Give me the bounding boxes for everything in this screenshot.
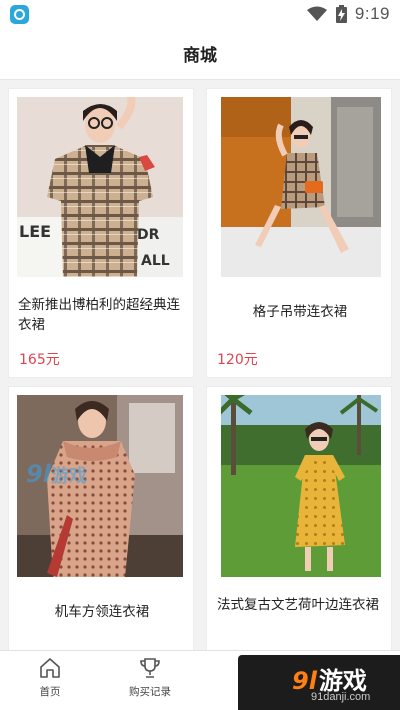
- svg-text:ALL: ALL: [141, 253, 170, 269]
- product-price: 120元: [217, 352, 258, 368]
- product-card[interactable]: LEE DR ALL 全新推出博柏利的超经典连衣裙 165元: [8, 88, 194, 378]
- status-icons: 9:19: [306, 3, 390, 25]
- product-title: 全新推出博柏利的超经典连衣裙: [18, 297, 180, 333]
- product-image: [221, 97, 381, 277]
- overlay-site-url: 91danji.com: [311, 691, 371, 703]
- watermark-logo: 9l 游戏: [26, 460, 87, 488]
- page-title: 商城: [183, 46, 217, 66]
- status-clock: 9:19: [354, 4, 390, 23]
- wifi-icon: [306, 6, 327, 21]
- site-watermark-overlay: 9l 游戏 91danji.com: [238, 655, 400, 710]
- product-card[interactable]: 法式复古文艺荷叶边连衣裙: [206, 386, 392, 650]
- tab-purchase-records[interactable]: 购买记录: [100, 651, 200, 710]
- tab-home[interactable]: 首页: [0, 651, 100, 710]
- watermark-text: 游戏: [50, 466, 87, 487]
- status-bar: 9:19: [0, 0, 400, 28]
- product-card[interactable]: 格子吊带连衣裙 120元: [206, 88, 392, 378]
- svg-text:LEE: LEE: [19, 222, 51, 241]
- product-title: 格子吊带连衣裙: [252, 304, 348, 320]
- product-price: 165元: [19, 352, 60, 368]
- app-notification-icon: [10, 5, 29, 24]
- product-card[interactable]: 机车方领连衣裙: [8, 386, 194, 650]
- svg-text:DR: DR: [137, 227, 160, 243]
- trophy-icon: [140, 658, 160, 678]
- watermark-number: 9l: [26, 460, 51, 488]
- tab-home-label: 首页: [39, 686, 61, 698]
- home-icon: [40, 658, 60, 678]
- tab-purchase-records-label: 购买记录: [129, 686, 171, 698]
- overlay-shadow: [238, 655, 278, 710]
- product-image: [221, 395, 381, 577]
- battery-charging-icon: [335, 5, 347, 23]
- product-title: 机车方领连衣裙: [54, 604, 150, 620]
- product-image: LEE DR ALL: [17, 97, 183, 277]
- page-header: 商城: [0, 28, 400, 80]
- product-grid: LEE DR ALL 全新推出博柏利的超经典连衣裙 165元 格子吊带连衣裙 1…: [0, 80, 400, 650]
- product-title: 法式复古文艺荷叶边连衣裙: [217, 597, 379, 613]
